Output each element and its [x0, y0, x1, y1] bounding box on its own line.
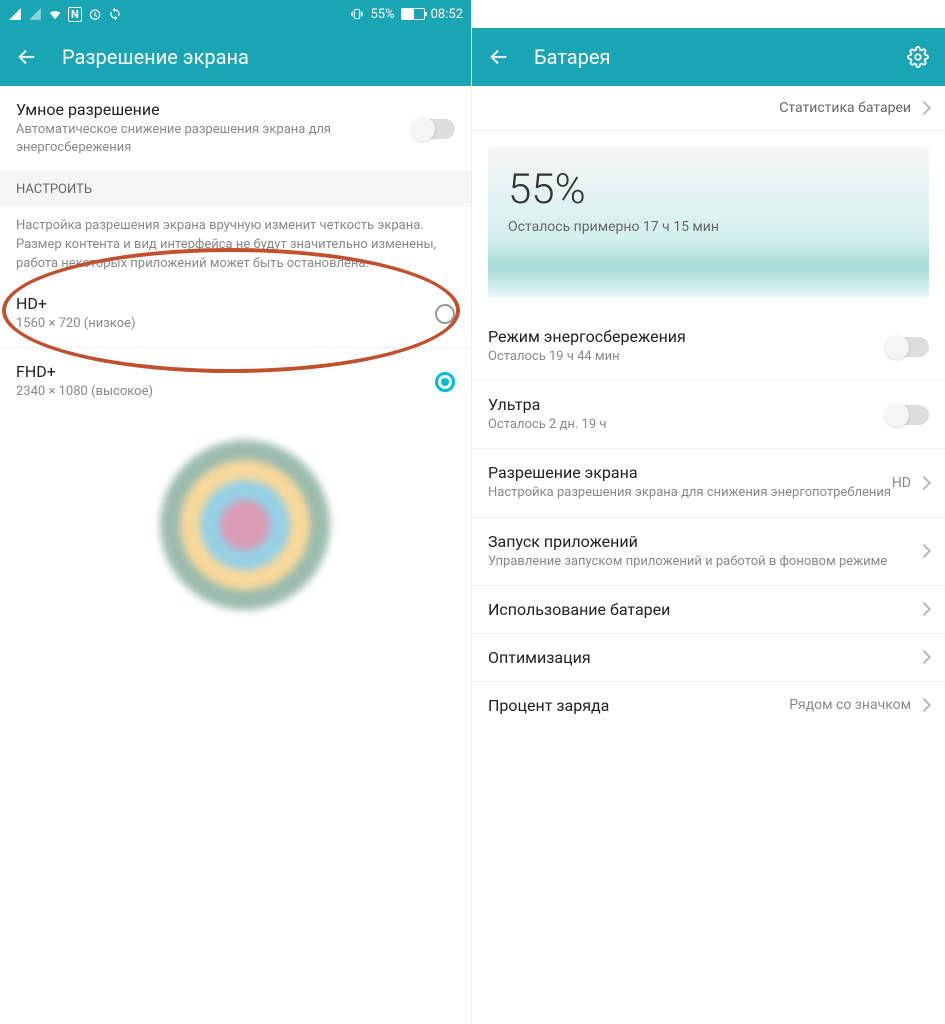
ultra-title: Ультра: [488, 395, 887, 414]
power-save-sub: Осталось 19 ч 44 мин: [488, 348, 887, 366]
percent-row[interactable]: Процент заряда Рядом со значком: [472, 682, 945, 729]
resolution-title: Разрешение экрана: [488, 463, 892, 482]
settings-section-desc: Настройка разрешения экрана вручную изме…: [0, 207, 471, 280]
fhd-option-row[interactable]: FHD+ 2340 × 1080 (высокое): [0, 348, 471, 415]
battery-remaining: Осталось примерно 17 ч 15 мин: [508, 219, 719, 235]
app-launch-row[interactable]: Запуск приложений Управление запуском пр…: [472, 518, 945, 586]
battery-icon: [401, 8, 425, 20]
hd-radio[interactable]: [435, 304, 455, 324]
smart-resolution-row[interactable]: Умное разрешение Автоматическое снижение…: [0, 86, 471, 172]
power-save-row[interactable]: Режим энергосбережения Осталось 19 ч 44 …: [472, 313, 945, 381]
sync-icon: [108, 7, 122, 21]
power-save-title: Режим энергосбережения: [488, 327, 887, 346]
smart-resolution-title: Умное разрешение: [16, 100, 413, 119]
battery-stats-link[interactable]: Статистика батареи: [472, 86, 945, 131]
back-icon[interactable]: [488, 46, 510, 68]
app-launch-title: Запуск приложений: [488, 532, 919, 551]
nfc-icon: N: [68, 7, 82, 22]
resolution-sub: Настройка разрешения экрана для снижения…: [488, 484, 892, 502]
optimize-row[interactable]: Оптимизация: [472, 634, 945, 682]
hd-title: HD+: [16, 294, 435, 313]
chevron-right-icon: [917, 698, 931, 712]
content-area: Умное разрешение Автоматическое снижение…: [0, 86, 471, 415]
alarm-icon: [88, 7, 102, 21]
smart-resolution-toggle[interactable]: [413, 119, 455, 139]
hd-sub: 1560 × 720 (низкое): [16, 315, 435, 333]
watermark: [120, 420, 400, 640]
usage-row[interactable]: Использование батареи: [472, 586, 945, 634]
smart-resolution-sub: Автоматическое снижение разрешения экран…: [16, 121, 413, 157]
battery-stats-label: Статистика батареи: [779, 100, 911, 116]
optimize-title: Оптимизация: [488, 648, 919, 667]
chevron-right-icon: [917, 476, 931, 490]
app-launch-sub: Управление запуском приложений и работой…: [488, 553, 919, 571]
ultra-sub: Осталось 2 дн. 19 ч: [488, 416, 887, 434]
chevron-right-icon: [917, 544, 931, 558]
settings-section-header: НАСТРОИТЬ: [0, 172, 471, 207]
fhd-title: FHD+: [16, 362, 435, 381]
usage-title: Использование батареи: [488, 600, 919, 619]
battery-percent-text: 55%: [370, 7, 394, 22]
header: Разрешение экрана: [0, 28, 471, 86]
battery-card: 55% Осталось примерно 17 ч 15 мин: [488, 147, 929, 297]
chevron-right-icon: [917, 650, 931, 664]
ultra-row[interactable]: Ультра Осталось 2 дн. 19 ч: [472, 381, 945, 449]
hd-option-row[interactable]: HD+ 1560 × 720 (низкое): [0, 280, 471, 348]
page-title: Батарея: [534, 45, 610, 69]
percent-title: Процент заряда: [488, 696, 789, 715]
clock-text: 08:52: [431, 7, 463, 22]
status-bar: N 55% 08:52: [0, 0, 471, 28]
screen-battery: Батарея Статистика батареи 55% Осталось …: [472, 0, 945, 1024]
fhd-sub: 2340 × 1080 (высокое): [16, 383, 435, 401]
vibrate-icon: [350, 7, 364, 21]
screen-resolution: N 55% 08:52 Разрешение экрана Умное разр…: [0, 0, 472, 1024]
chevron-right-icon: [917, 101, 931, 115]
percent-value: Рядом со значком: [789, 697, 911, 713]
signal-icon: [28, 7, 42, 21]
battery-percent-big: 55%: [508, 165, 586, 214]
chevron-right-icon: [917, 602, 931, 616]
page-title: Разрешение экрана: [62, 45, 249, 69]
resolution-value: HD: [892, 475, 911, 491]
resolution-row[interactable]: Разрешение экрана Настройка разрешения э…: [472, 449, 945, 517]
wifi-icon: [48, 7, 62, 21]
back-icon[interactable]: [16, 46, 38, 68]
signal-icon: [8, 7, 22, 21]
ultra-toggle[interactable]: [887, 405, 929, 425]
header: Батарея: [472, 28, 945, 86]
power-save-toggle[interactable]: [887, 337, 929, 357]
gear-icon[interactable]: [907, 46, 929, 68]
fhd-radio[interactable]: [435, 372, 455, 392]
